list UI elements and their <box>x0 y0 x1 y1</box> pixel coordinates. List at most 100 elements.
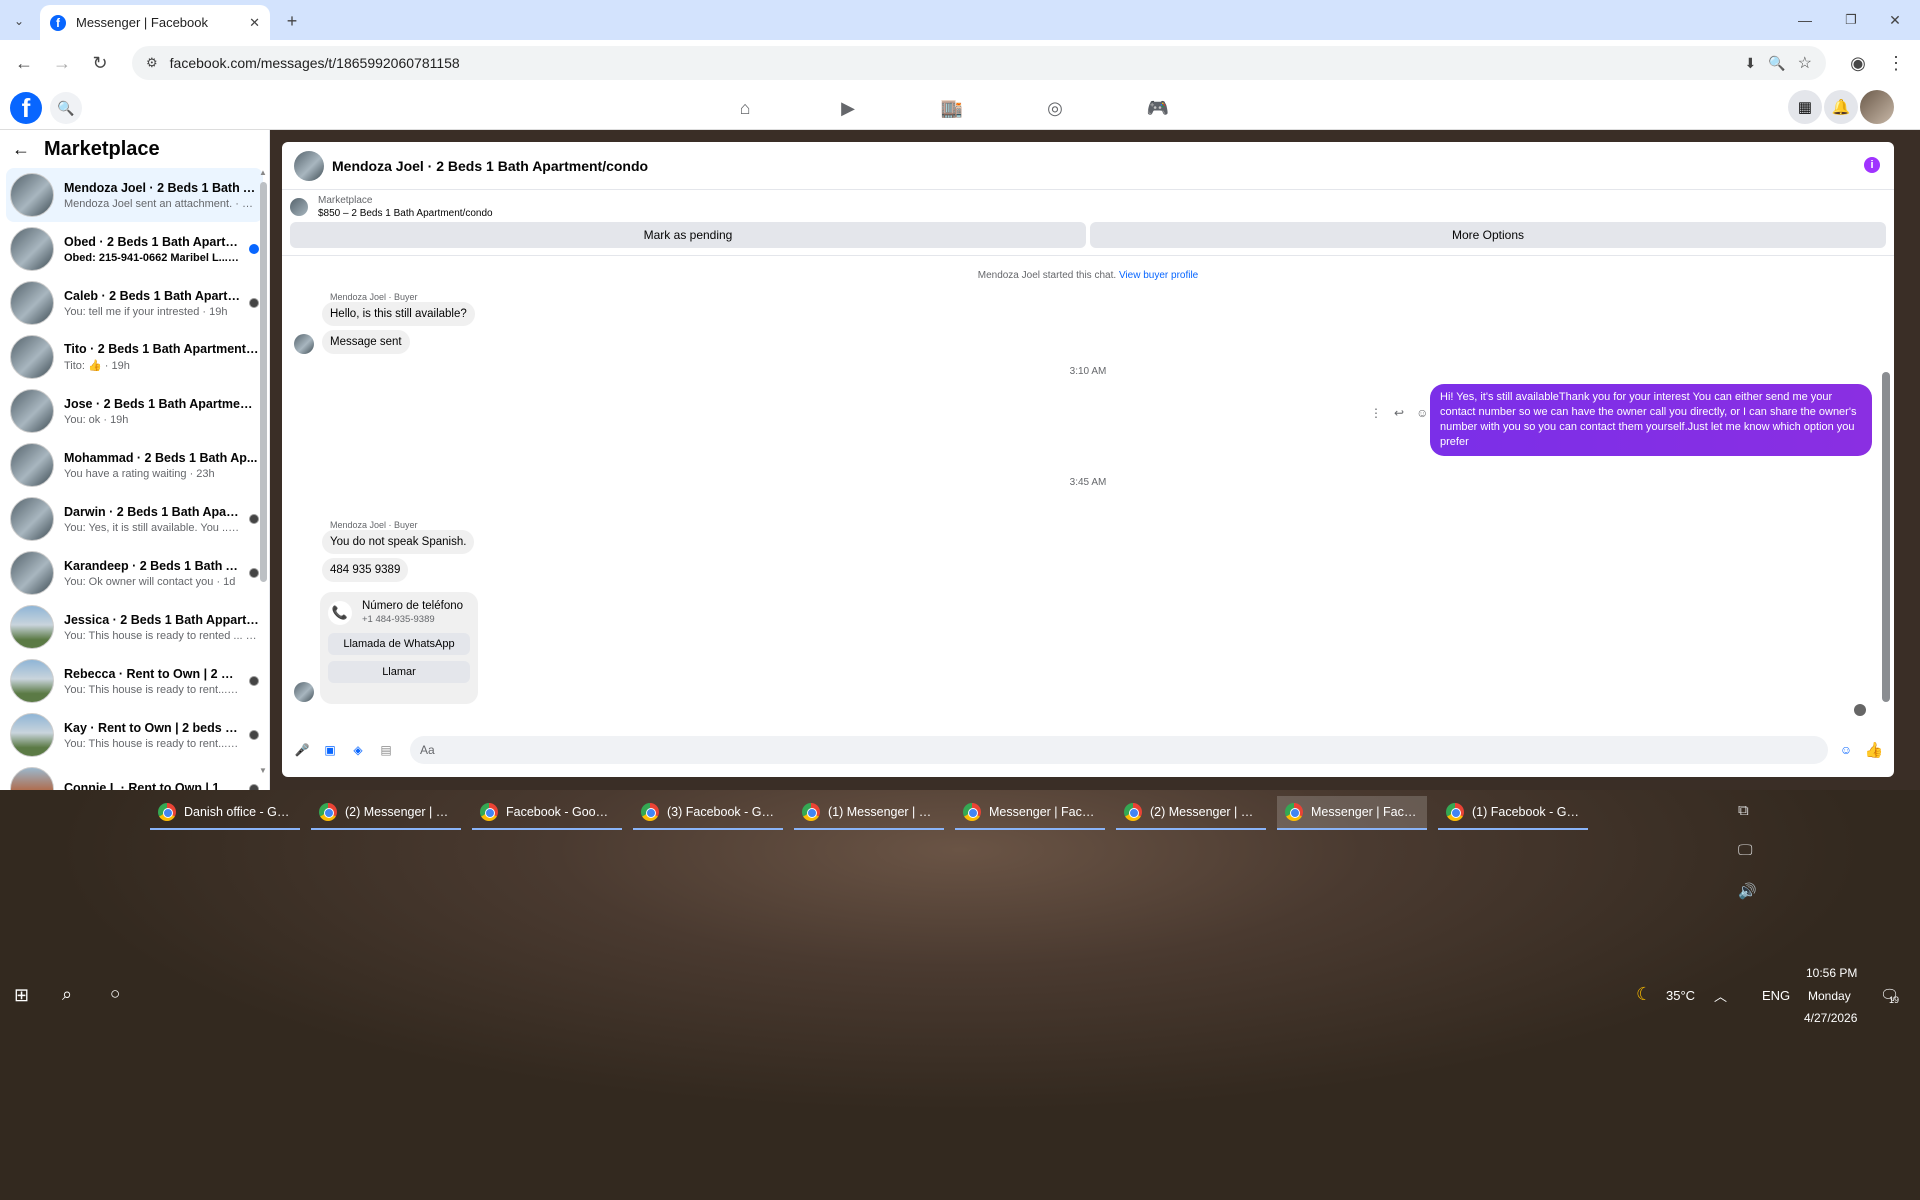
react-icon[interactable]: ☺ <box>1416 406 1428 420</box>
buyer-avatar[interactable] <box>294 682 314 702</box>
account-avatar[interactable] <box>1860 90 1894 124</box>
weather-moon-icon[interactable]: ☾ <box>1636 984 1652 1005</box>
gaming-icon[interactable]: 🎮 <box>1138 94 1178 122</box>
chrome-icon <box>1124 803 1142 821</box>
chrome-icon <box>802 803 820 821</box>
clock-day[interactable]: Monday <box>1808 989 1851 1003</box>
menu-grid-icon[interactable]: ▦ <box>1788 90 1822 124</box>
conversation-item[interactable]: Darwin · 2 Beds 1 Bath Apart... You: Yes,… <box>6 492 263 546</box>
gif-icon[interactable]: ▤ <box>376 740 396 760</box>
reload-icon[interactable]: ↻ <box>84 47 116 79</box>
mark-pending-button[interactable]: Mark as pending <box>290 222 1086 248</box>
conversation-item[interactable]: Rebecca · Rent to Own | 2 be... You: This… <box>6 654 263 708</box>
like-thumb-icon[interactable]: 👍 <box>1864 740 1884 760</box>
message-bubble[interactable]: You do not speak Spanish. <box>322 530 475 554</box>
sidebar-scrollbar[interactable]: ▲ ▼ <box>258 168 268 778</box>
more-options-button[interactable]: More Options <box>1090 222 1886 248</box>
start-button[interactable]: ⊞ <box>14 985 29 1006</box>
menu-kebab-icon[interactable]: ⋮ <box>1880 47 1912 79</box>
listing-title[interactable]: $850 – 2 Beds 1 Bath Apartment/condo <box>318 208 493 219</box>
conversation-item[interactable]: Obed · 2 Beds 1 Bath Apartme... Obed: 215… <box>6 222 263 276</box>
taskbar-window-button[interactable]: Danish office - Goo... <box>150 796 300 830</box>
conversation-name: Mohammad · 2 Beds 1 Bath Ap... <box>64 450 258 465</box>
groups-icon[interactable]: ◎ <box>1035 94 1075 122</box>
taskbar-window-button[interactable]: (1) Messenger | Fac... <box>794 796 944 830</box>
conversation-item[interactable]: Tito · 2 Beds 1 Bath Apartment/... Tito: … <box>6 330 263 384</box>
conversation-avatar <box>10 767 54 790</box>
display-icon[interactable]: 🖵 <box>1738 842 1752 859</box>
view-buyer-profile-link[interactable]: View buyer profile <box>1119 270 1198 281</box>
temperature[interactable]: 35°C <box>1666 988 1695 1003</box>
call-button[interactable]: Llamar <box>328 661 470 683</box>
info-icon[interactable]: i <box>1864 157 1880 173</box>
message-bubble[interactable]: Hello, is this still available? <box>322 302 475 326</box>
emoji-icon[interactable]: ☺ <box>1836 740 1856 760</box>
photo-icon[interactable]: ▣ <box>320 740 340 760</box>
back-arrow-icon[interactable]: ← <box>12 139 30 160</box>
taskbar-window-button[interactable]: (2) Messenger | Fac... <box>311 796 461 830</box>
restore-icon[interactable]: ❐ <box>1836 8 1866 32</box>
forward-icon[interactable]: → <box>46 47 78 79</box>
listing-thumbnail[interactable] <box>290 198 308 216</box>
message-input[interactable]: Aa <box>410 736 1828 764</box>
new-tab-icon[interactable]: + <box>280 9 304 33</box>
phone-number-card: 📞 Número de teléfono +1 484-935-9389 Lla… <box>320 592 478 704</box>
conversation-item[interactable]: Jessica · 2 Beds 1 Bath Appartm... You: T… <box>6 600 263 654</box>
conversation-item[interactable]: Jose · 2 Beds 1 Bath Apartment/... You: o… <box>6 384 263 438</box>
browser-tab[interactable]: f Messenger | Facebook ✕ <box>40 5 270 40</box>
clock-time[interactable]: 10:56 PM <box>1806 966 1857 980</box>
taskbar-window-button[interactable]: (1) Facebook - Goo... <box>1438 796 1588 830</box>
taskbar-search-icon[interactable]: ⌕ <box>62 984 72 1005</box>
video-icon[interactable]: ▶ <box>828 94 868 122</box>
back-icon[interactable]: ← <box>8 47 40 79</box>
more-actions-icon[interactable]: ⋮ <box>1370 406 1382 420</box>
minimize-icon[interactable]: — <box>1790 8 1820 32</box>
chat-scroll-thumb[interactable] <box>1882 372 1890 702</box>
zoom-icon[interactable]: 🔍 <box>1768 55 1785 72</box>
search-icon[interactable]: 🔍 <box>50 92 82 124</box>
bookmark-star-icon[interactable]: ☆ <box>1798 53 1812 73</box>
sidebar-scroll-thumb[interactable] <box>260 182 267 582</box>
notifications-bell-icon[interactable]: 🔔 <box>1824 90 1858 124</box>
conversation-item[interactable]: Mohammad · 2 Beds 1 Bath Ap... You have a… <box>6 438 263 492</box>
conversation-item[interactable]: Mendoza Joel · 2 Beds 1 Bath A... Mendoza… <box>6 168 263 222</box>
install-icon[interactable]: ⬇ <box>1744 55 1756 72</box>
marketplace-icon[interactable]: 🏬 <box>932 94 972 122</box>
message-bubble[interactable]: Message sent <box>322 330 410 354</box>
address-bar[interactable]: ⚙ facebook.com/messages/t/18659920607811… <box>132 46 1826 80</box>
site-info-icon[interactable]: ⚙ <box>146 55 158 71</box>
volume-icon[interactable]: 🔊 <box>1738 882 1757 900</box>
conversation-item[interactable]: Connie L · Rent to Own | 1 be... <box>6 762 263 790</box>
tray-expand-icon[interactable]: ︿ <box>1714 986 1727 1005</box>
chat-title[interactable]: Mendoza Joel · 2 Beds 1 Bath Apartment/c… <box>332 158 648 174</box>
chat-avatar[interactable] <box>294 150 324 181</box>
taskbar-window-button[interactable]: Facebook - Google ... <box>472 796 622 830</box>
conversation-item[interactable]: Kay · Rent to Own | 2 beds an... You: Thi… <box>6 708 263 762</box>
close-tab-icon[interactable]: ✕ <box>249 15 260 31</box>
taskbar-window-button[interactable]: Messenger | Faceb... <box>955 796 1105 830</box>
microphone-icon[interactable]: 🎤 <box>292 740 312 760</box>
language-indicator[interactable]: ENG <box>1762 988 1790 1003</box>
buyer-avatar[interactable] <box>294 334 314 354</box>
system-tray-icon[interactable]: ⧉ <box>1738 802 1749 819</box>
cortana-icon[interactable]: ○ <box>110 984 120 1004</box>
conversation-item[interactable]: Karandeep · 2 Beds 1 Bath Ap... You: Ok o… <box>6 546 263 600</box>
desktop-wallpaper <box>0 790 1920 1200</box>
home-icon[interactable]: ⌂ <box>725 94 765 122</box>
conversation-avatar <box>10 497 54 541</box>
conversation-item[interactable]: Caleb · 2 Beds 1 Bath Apartm... You: tell… <box>6 276 263 330</box>
sent-message-bubble[interactable]: Hi! Yes, it's still availableThank you f… <box>1430 384 1872 456</box>
profile-icon[interactable]: ◉ <box>1842 47 1874 79</box>
close-window-icon[interactable]: ✕ <box>1880 8 1910 32</box>
tab-search-icon[interactable]: ⌄ <box>8 10 30 32</box>
message-bubble[interactable]: 484 935 9389 <box>322 558 409 582</box>
taskbar-window-button[interactable]: (3) Facebook - Goo... <box>633 796 783 830</box>
taskbar-window-button[interactable]: Messenger | Faceb... <box>1277 796 1427 830</box>
sticker-icon[interactable]: ◈ <box>348 740 368 760</box>
reply-icon[interactable]: ↩ <box>1394 406 1404 420</box>
taskbar-window-button[interactable]: (2) Messenger | Fac... <box>1116 796 1266 830</box>
chat-scrollbar[interactable] <box>1882 256 1890 720</box>
whatsapp-call-button[interactable]: Llamada de WhatsApp <box>328 633 470 655</box>
facebook-logo[interactable]: f <box>10 92 42 124</box>
clock-date[interactable]: 4/27/2026 <box>1804 1011 1857 1025</box>
